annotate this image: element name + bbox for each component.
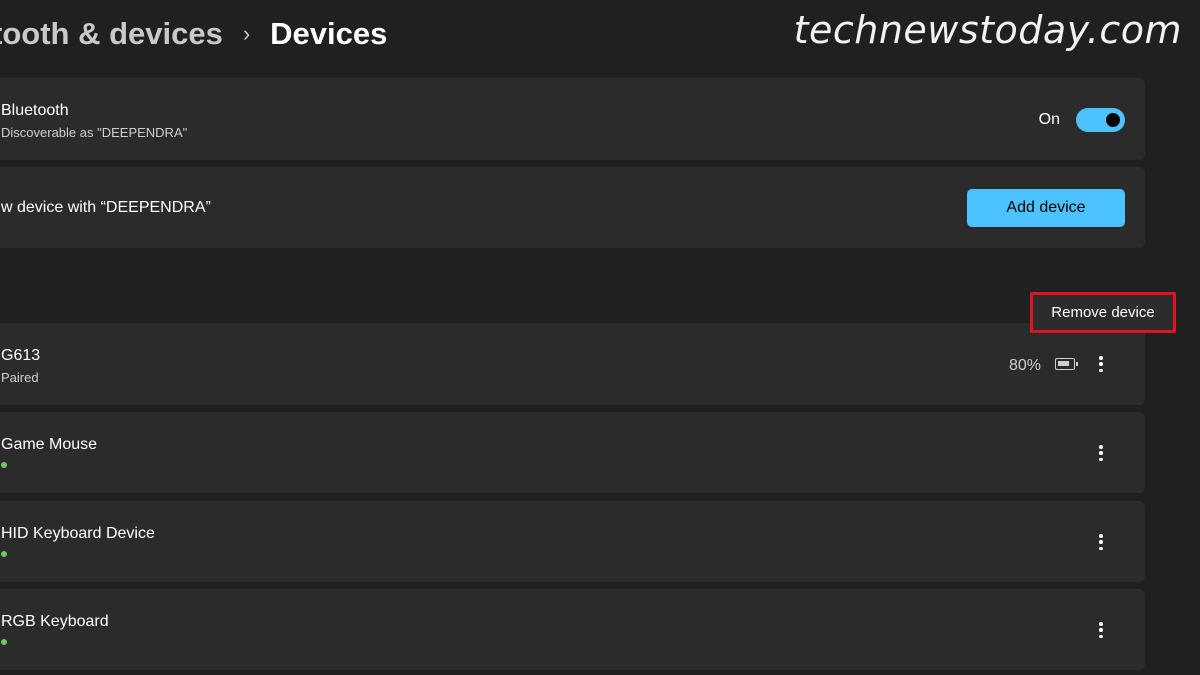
battery-icon bbox=[1055, 358, 1078, 370]
connected-status-dot bbox=[1, 551, 7, 557]
chevron-right-icon: › bbox=[242, 21, 251, 46]
bluetooth-toggle-group: On bbox=[1039, 108, 1125, 132]
more-vertical-icon[interactable] bbox=[1093, 354, 1109, 374]
watermark: technewstoday.com bbox=[793, 8, 1182, 52]
device-status: Paired bbox=[1, 370, 39, 385]
toggle-state-label: On bbox=[1038, 111, 1060, 128]
device-name: G613 bbox=[1, 347, 41, 364]
add-device-button[interactable]: Add device bbox=[967, 189, 1125, 227]
device-card-rgb-keyboard[interactable]: RGB Keyboard bbox=[0, 589, 1145, 670]
more-vertical-icon[interactable] bbox=[1093, 443, 1109, 463]
connected-status-dot bbox=[1, 639, 7, 645]
remove-device-menu-item[interactable]: Remove device bbox=[1033, 295, 1173, 330]
device-name: HID Keyboard Device bbox=[1, 525, 155, 542]
bluetooth-title: Bluetooth bbox=[1, 102, 69, 119]
bluetooth-toggle[interactable] bbox=[1076, 108, 1125, 132]
add-device-title: w device with “DEEPENDRA” bbox=[1, 199, 211, 216]
device-name: RGB Keyboard bbox=[1, 613, 109, 630]
breadcrumb: tooth & devices › Devices bbox=[0, 14, 387, 54]
add-device-card: w device with “DEEPENDRA” Add device bbox=[0, 167, 1145, 248]
battery-percent: 80% bbox=[1008, 357, 1041, 374]
device-card-hid-keyboard[interactable]: HID Keyboard Device bbox=[0, 501, 1145, 582]
bluetooth-card: Bluetooth Discoverable as "DEEPENDRA" On bbox=[0, 78, 1145, 160]
breadcrumb-parent[interactable]: tooth & devices bbox=[0, 16, 223, 52]
context-menu: Remove device bbox=[1030, 292, 1176, 333]
toggle-knob bbox=[1106, 113, 1120, 127]
device-name: Game Mouse bbox=[1, 436, 98, 453]
more-vertical-icon[interactable] bbox=[1093, 532, 1109, 552]
connected-status-dot bbox=[1, 462, 7, 468]
device-card-g613[interactable]: G613 Paired 80% bbox=[0, 323, 1145, 405]
device-card-game-mouse[interactable]: Game Mouse bbox=[0, 412, 1145, 493]
more-vertical-icon[interactable] bbox=[1093, 620, 1109, 640]
bluetooth-subtitle: Discoverable as "DEEPENDRA" bbox=[1, 125, 188, 140]
page-title: Devices bbox=[270, 16, 388, 51]
